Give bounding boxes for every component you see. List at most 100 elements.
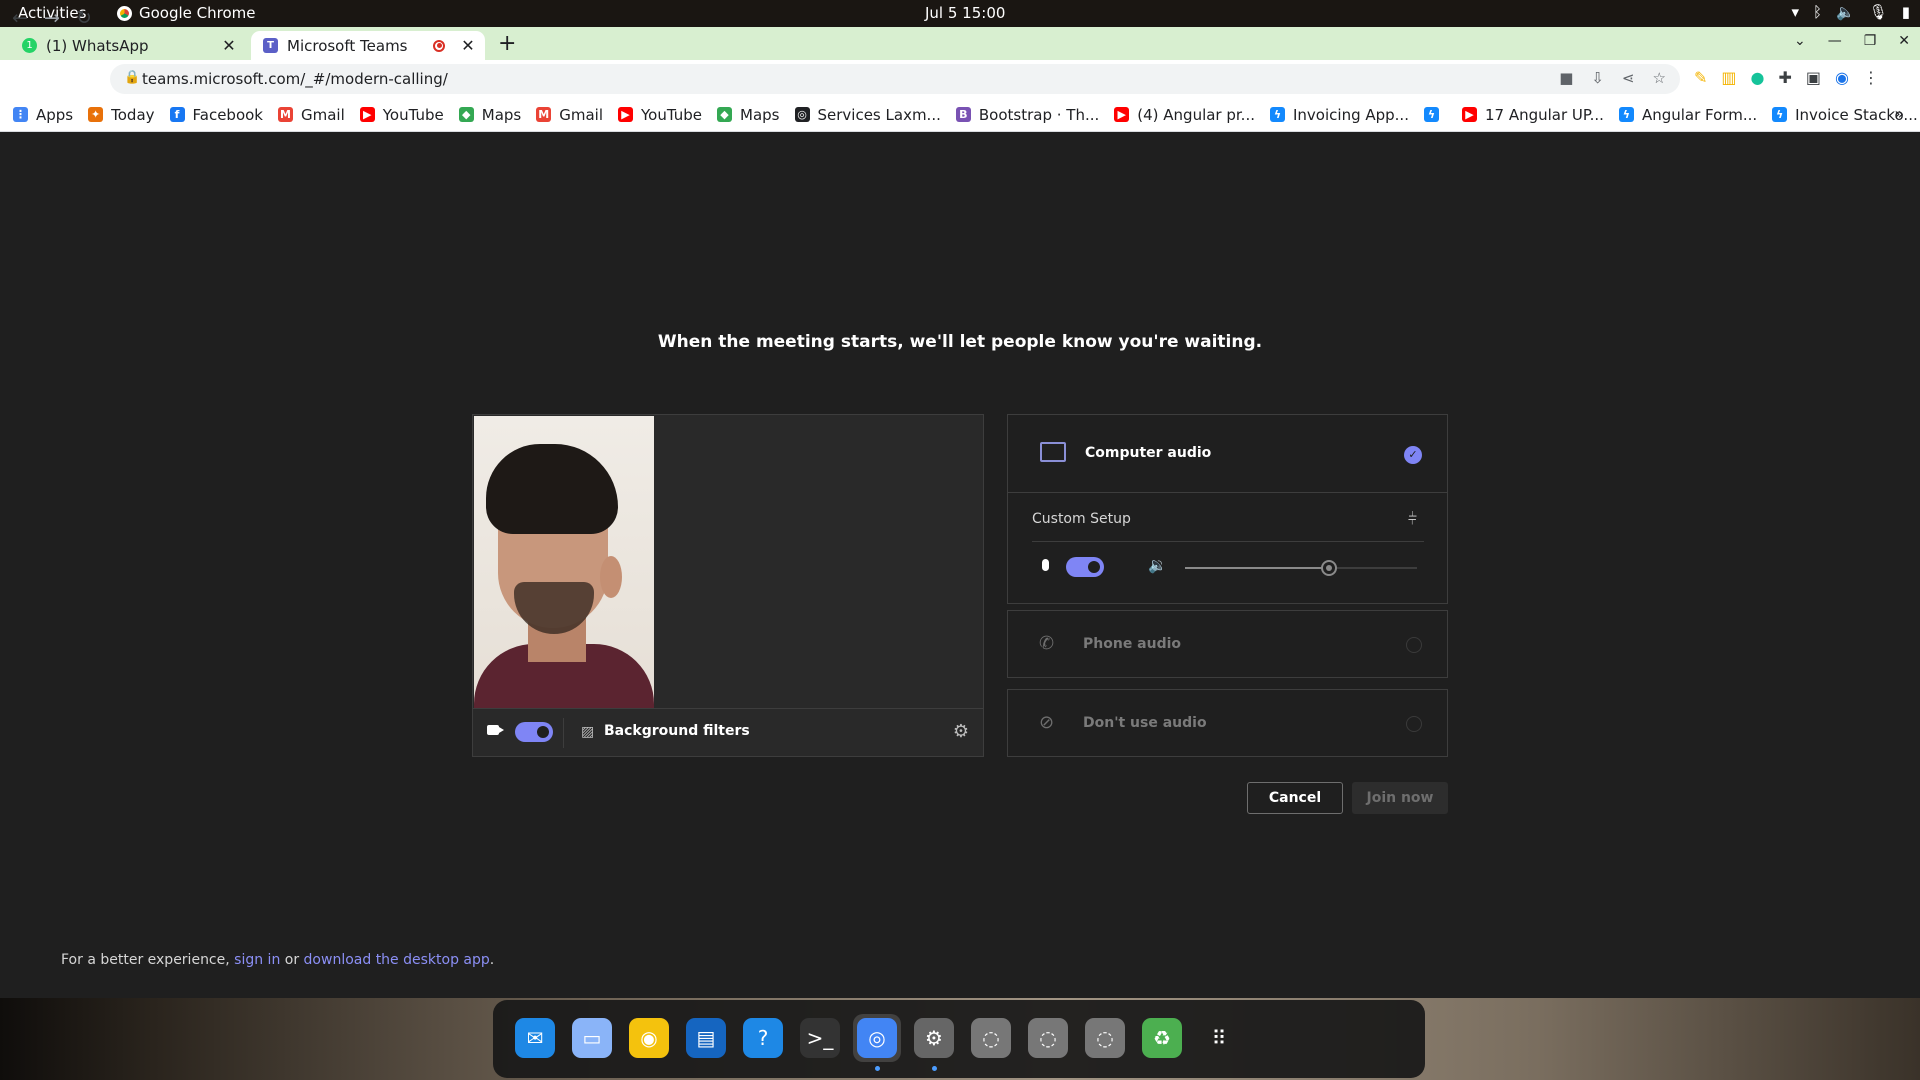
bookmark-label: Maps [740, 105, 780, 124]
bookmark-item[interactable]: ▶ YouTube [618, 106, 702, 124]
bookmark-item[interactable]: ▶ YouTube [359, 106, 444, 124]
grammarly-icon[interactable]: ● [1751, 68, 1765, 87]
sign-in-link[interactable]: sign in [234, 952, 280, 968]
dock-terminal-icon[interactable]: >_ [796, 1014, 844, 1062]
tab-title: (1) WhatsApp [46, 36, 149, 55]
lock-icon[interactable]: 🔒 [124, 70, 140, 85]
bootstrap-icon: B [955, 107, 971, 122]
gear-icon[interactable]: ⚙ [953, 721, 969, 742]
teams-icon: T [263, 38, 278, 53]
extensions-puzzle-icon[interactable]: ✚ [1779, 68, 1792, 87]
close-window-button[interactable]: ✕ [1898, 33, 1910, 49]
maps-icon: ◆ [717, 107, 733, 122]
mic-icon [1042, 559, 1049, 571]
bookmark-item[interactable]: M Gmail [536, 106, 603, 124]
trash-icon: ♻ [1142, 1018, 1182, 1058]
bookmark-star-icon[interactable]: ☆ [1653, 69, 1666, 87]
bookmark-item[interactable]: ⋮ Apps [13, 106, 73, 124]
speaker-volume-slider[interactable] [1185, 560, 1417, 576]
close-tab-icon[interactable]: ✕ [218, 36, 240, 55]
bookmark-item[interactable]: B Bootstrap · Th... [955, 106, 1099, 124]
clock[interactable]: Jul 5 15:00 [925, 4, 1005, 22]
download-desktop-app-link[interactable]: download the desktop app [304, 952, 490, 968]
battery-icon: ▮ [1901, 3, 1910, 21]
camera-toggle[interactable] [515, 722, 553, 742]
dock-disc-icon[interactable]: ◌ [967, 1014, 1015, 1062]
youtube-icon: ▶ [1461, 107, 1477, 122]
more-bookmarks-icon[interactable]: » [1894, 104, 1904, 123]
extension-icon[interactable]: ✎ [1694, 68, 1707, 87]
bookmark-item[interactable]: ◎ Services Laxm... [794, 106, 941, 124]
selected-check-icon[interactable]: ✓ [1404, 446, 1422, 464]
menu-kebab-icon[interactable]: ⋮ [1863, 68, 1879, 87]
writer-icon: ▤ [686, 1018, 726, 1058]
settings-icon: ⚙ [914, 1018, 954, 1058]
phone-icon: ✆ [1039, 633, 1055, 654]
reload-button[interactable]: ↻ [76, 7, 92, 29]
tab-whatsapp[interactable]: 1 (1) WhatsApp ✕ [10, 31, 246, 60]
footer-note: For a better experience, sign in or down… [61, 952, 494, 968]
bookmark-item[interactable]: ϟ Angular Form... [1618, 105, 1758, 124]
tab-teams[interactable]: T Microsoft Teams ✕ [251, 31, 485, 60]
background-filters-button[interactable]: Background filters [604, 723, 750, 739]
divider [563, 718, 564, 748]
dock-trash-icon[interactable]: ♻ [1138, 1014, 1186, 1062]
minimize-button[interactable]: — [1828, 33, 1842, 49]
install-app-icon[interactable]: ⇩ [1591, 69, 1604, 87]
volume-knob[interactable] [1320, 560, 1337, 576]
bookmark-item[interactable]: ϟ Invoicing App... [1270, 106, 1409, 124]
bookmark-label: Angular Form... [1641, 105, 1758, 124]
bookmark-item[interactable]: M Gmail [278, 106, 345, 124]
dock-disc-icon[interactable]: ◌ [1024, 1014, 1072, 1062]
dock-chrome-icon[interactable]: ◎ [853, 1014, 901, 1062]
new-tab-button[interactable]: + [498, 31, 516, 56]
bookmark-item[interactable]: ▶ (4) Angular pr... [1114, 106, 1255, 124]
dock-writer-icon[interactable]: ▤ [682, 1014, 730, 1062]
cancel-button[interactable]: Cancel [1247, 782, 1343, 814]
url-text[interactable]: teams.microsoft.com/_#/modern-calling/ [142, 70, 448, 88]
close-tab-icon[interactable]: ✕ [457, 36, 479, 55]
dock-show-apps-icon[interactable]: ⠿ [1195, 1014, 1243, 1062]
bookmark-label: Apps [36, 105, 74, 124]
tab-search-icon[interactable]: ⌄ [1794, 33, 1806, 49]
bookmark-item[interactable]: ✦ Today [88, 105, 155, 124]
video-controls: ▨ Background filters ⚙ [473, 708, 983, 756]
phone-audio-option[interactable]: ✆ Phone audio [1007, 610, 1448, 678]
bookmark-item[interactable]: ◆ Maps [717, 105, 780, 124]
restore-button[interactable]: ❐ [1864, 33, 1877, 49]
dock-rhythmbox-icon[interactable]: ◉ [625, 1014, 673, 1062]
dock-help-icon[interactable]: ? [739, 1014, 787, 1062]
address-bar[interactable]: 🔒 teams.microsoft.com/_#/modern-calling/… [110, 64, 1680, 94]
dock-files-icon[interactable]: ▭ [568, 1014, 616, 1062]
custom-setup-label[interactable]: Custom Setup [1032, 511, 1131, 527]
extension-icon[interactable]: ▥ [1721, 68, 1736, 87]
no-audio-label: Don't use audio [1083, 715, 1207, 731]
computer-audio-option[interactable]: Computer audio ✓ [1008, 415, 1447, 493]
dock-thunderbird-icon[interactable]: ✉ [511, 1014, 559, 1062]
phone-audio-radio[interactable] [1406, 637, 1422, 653]
share-icon[interactable]: ⋖ [1622, 69, 1635, 87]
side-panel-icon[interactable]: ▣ [1806, 68, 1821, 87]
dock: ✉ ▭ ◉ ▤? >_ ◎ ⚙ ◌ ◌ ◌ ♻ ⠿ [493, 1000, 1425, 1078]
mic-toggle[interactable] [1066, 557, 1104, 577]
camera-in-use-icon[interactable]: ■ [1559, 69, 1573, 87]
bookmark-item[interactable]: f Facebook [169, 106, 263, 124]
background-filters-icon[interactable]: ▨ [581, 724, 594, 740]
no-audio-radio[interactable] [1406, 716, 1422, 732]
bookmark-item[interactable]: ϟ [1423, 107, 1447, 122]
bluetooth-icon: ᛒ [1812, 3, 1822, 21]
no-audio-option[interactable]: ⊘ Don't use audio [1007, 689, 1448, 757]
bookmark-item[interactable]: ◆ Maps [458, 106, 521, 124]
back-button[interactable]: ← [12, 7, 28, 29]
dock-disc-icon[interactable]: ◌ [1081, 1014, 1129, 1062]
disc-icon: ◌ [1028, 1018, 1068, 1058]
bookmark-item[interactable]: ▶ 17 Angular UP... [1461, 106, 1604, 124]
device-settings-icon[interactable]: ⫩ [1408, 509, 1417, 529]
forward-button[interactable]: → [44, 7, 60, 29]
bookmark-label: Today [111, 105, 155, 124]
dock-settings-icon[interactable]: ⚙ [910, 1014, 958, 1062]
system-tray[interactable]: ▾ ᛒ 🔈 🎙 ▮ [1791, 3, 1910, 21]
profile-avatar[interactable]: ◉ [1835, 68, 1849, 87]
join-now-button[interactable]: Join now [1352, 782, 1448, 814]
app-menu[interactable]: Google Chrome [117, 4, 256, 22]
